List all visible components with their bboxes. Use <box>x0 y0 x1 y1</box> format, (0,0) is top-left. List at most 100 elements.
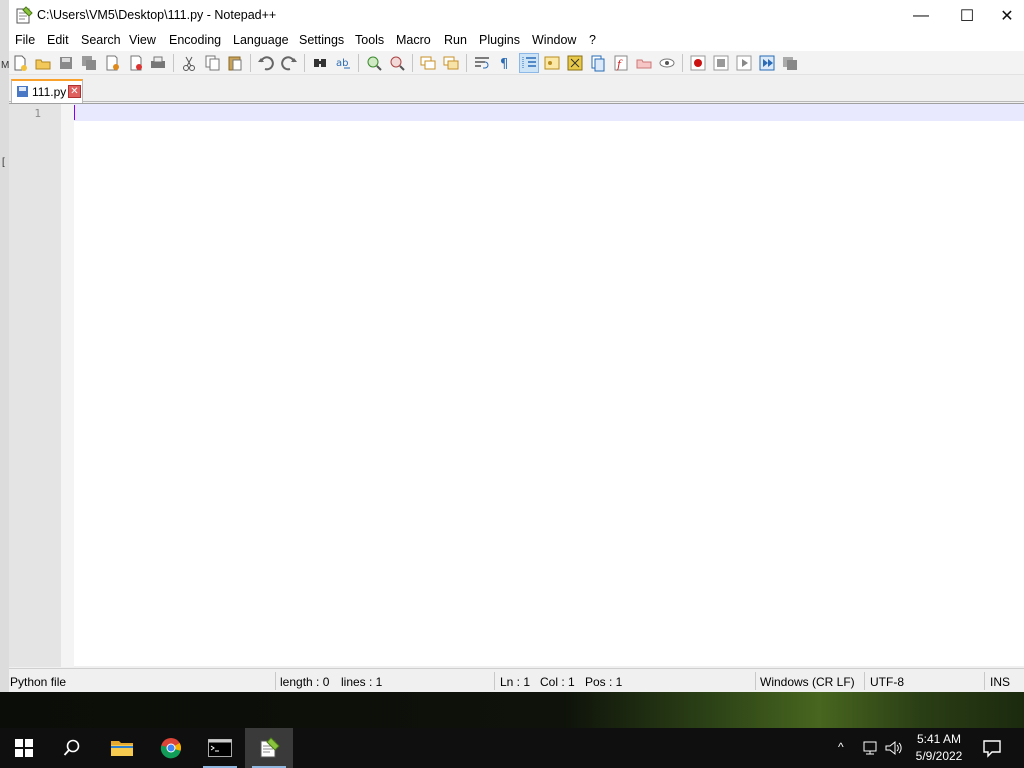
terminal-icon <box>208 739 232 757</box>
toolbar-separator <box>682 54 683 72</box>
status-separator <box>864 672 865 690</box>
toolbar-separator <box>304 54 305 72</box>
fold-margin[interactable] <box>61 104 74 667</box>
menu-search[interactable]: Search <box>81 33 121 47</box>
stop-macro-icon[interactable] <box>712 54 730 72</box>
tab-bar: 111.py ✕ <box>9 76 1024 103</box>
menu-plugins[interactable]: Plugins <box>479 33 520 47</box>
replace-icon[interactable]: ab <box>334 54 352 72</box>
copy-icon[interactable] <box>203 54 221 72</box>
menu-view[interactable]: View <box>129 33 156 47</box>
status-insert-mode[interactable]: INS <box>990 669 1010 693</box>
cut-icon[interactable] <box>180 54 198 72</box>
command-prompt-button[interactable] <box>196 728 244 768</box>
menu-file[interactable]: File <box>15 33 35 47</box>
notification-center-icon[interactable] <box>980 736 1004 760</box>
status-separator <box>275 672 276 690</box>
menu-edit[interactable]: Edit <box>47 33 69 47</box>
sync-horizontal-icon[interactable] <box>442 54 460 72</box>
print-icon[interactable] <box>149 54 167 72</box>
zoom-out-icon[interactable] <box>388 54 406 72</box>
file-explorer-button[interactable] <box>98 728 146 768</box>
tab-close-icon[interactable]: ✕ <box>68 85 81 98</box>
menu-help[interactable]: ? <box>589 33 596 47</box>
indent-guide-icon[interactable] <box>519 53 539 73</box>
record-macro-icon[interactable] <box>689 54 707 72</box>
notepad-plus-plus-icon <box>16 6 33 24</box>
menu-tools[interactable]: Tools <box>355 33 384 47</box>
notepad-plus-plus-taskbar-button[interactable] <box>245 728 293 768</box>
maximize-button[interactable]: ☐ <box>944 0 990 31</box>
menu-run[interactable]: Run <box>444 33 467 47</box>
status-file-type: Python file <box>10 675 67 689</box>
new-file-icon[interactable] <box>11 54 29 72</box>
toolbar-separator <box>412 54 413 72</box>
menu-settings[interactable]: Settings <box>299 33 344 47</box>
status-position: Pos : 1 <box>585 675 623 689</box>
menu-macro[interactable]: Macro <box>396 33 431 47</box>
save-macro-icon[interactable] <box>781 54 799 72</box>
notepad-plus-plus-icon <box>260 737 280 758</box>
status-eol-format[interactable]: Windows (CR LF) <box>760 669 855 693</box>
taskbar: ^ 5:41 AM 5/9/2022 <box>0 728 1024 768</box>
close-button[interactable]: ✕ <box>990 0 1024 31</box>
notepad-window: C:\Users\VM5\Desktop\111.py - Notepad++ … <box>9 0 1024 692</box>
undo-icon[interactable] <box>257 54 275 72</box>
show-all-characters-icon[interactable]: ¶ <box>496 54 514 72</box>
clock-date: 5/9/2022 <box>915 749 963 763</box>
status-separator <box>984 672 985 690</box>
status-separator <box>494 672 495 690</box>
redo-icon[interactable] <box>280 54 298 72</box>
open-file-icon[interactable] <box>34 54 52 72</box>
find-icon[interactable] <box>311 54 329 72</box>
word-wrap-icon[interactable] <box>473 54 491 72</box>
user-defined-language-icon[interactable] <box>543 54 561 72</box>
close-all-icon[interactable] <box>126 54 144 72</box>
search-button[interactable] <box>48 728 96 768</box>
chrome-icon <box>160 738 181 759</box>
line-number-gutter: 1 <box>9 104 61 667</box>
save-all-icon[interactable] <box>80 54 98 72</box>
document-list-icon[interactable] <box>589 54 607 72</box>
show-hidden-icons-chevron[interactable]: ^ <box>838 740 844 754</box>
menu-window[interactable]: Window <box>532 33 576 47</box>
tab-111-py[interactable]: 111.py ✕ <box>11 79 83 103</box>
editor-area[interactable]: 1 <box>9 103 1024 667</box>
volume-icon[interactable] <box>884 738 904 758</box>
line-number: 1 <box>34 107 41 120</box>
windows-logo-icon <box>15 739 33 757</box>
svg-text:¶: ¶ <box>500 57 508 72</box>
play-macro-icon[interactable] <box>735 54 753 72</box>
folder-icon <box>111 741 133 756</box>
status-column: Col : 1 <box>540 675 575 689</box>
svg-text:ab: ab <box>336 58 348 69</box>
function-list-icon[interactable]: f <box>612 54 630 72</box>
zoom-in-icon[interactable] <box>365 54 383 72</box>
search-icon <box>63 739 80 756</box>
network-icon[interactable] <box>861 738 881 758</box>
run-macro-multiple-icon[interactable] <box>758 54 776 72</box>
paste-icon[interactable] <box>226 54 244 72</box>
start-button[interactable] <box>0 728 48 768</box>
current-line-highlight <box>74 104 1024 121</box>
chrome-button[interactable] <box>147 728 195 768</box>
close-file-icon[interactable] <box>103 54 121 72</box>
menu-encoding[interactable]: Encoding <box>169 33 221 47</box>
menu-bar: File Edit Search View Encoding Language … <box>9 31 1024 51</box>
document-map-icon[interactable] <box>566 54 584 72</box>
toolbar: ab ¶ f <box>9 51 1024 75</box>
folder-workspace-icon[interactable] <box>635 54 653 72</box>
system-clock[interactable]: 5:41 AM 5/9/2022 <box>906 731 972 765</box>
text-caret <box>74 105 75 120</box>
desktop-edge: M [ <box>0 0 9 692</box>
status-lines: lines : 1 <box>341 675 383 689</box>
sync-vertical-icon[interactable] <box>419 54 437 72</box>
menu-language[interactable]: Language <box>233 33 289 47</box>
desktop-edge-mark: [ <box>2 157 5 168</box>
status-encoding: UTF-8 <box>870 675 904 689</box>
status-separator <box>755 672 756 690</box>
monitoring-eye-icon[interactable] <box>658 54 676 72</box>
save-icon[interactable] <box>57 54 75 72</box>
minimize-button[interactable]: — <box>898 0 944 31</box>
title-bar[interactable]: C:\Users\VM5\Desktop\111.py - Notepad++ … <box>9 0 1024 31</box>
